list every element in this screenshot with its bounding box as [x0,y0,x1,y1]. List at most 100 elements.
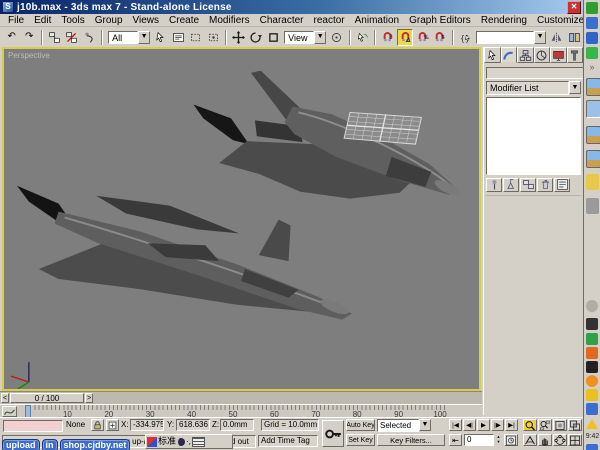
y-coord-field[interactable]: 618.636 [176,419,210,431]
configure-sets-icon[interactable] [554,178,570,192]
tab-motion[interactable] [534,47,551,63]
time-slider-next-button[interactable]: > [85,393,93,403]
key-mode-icon[interactable]: ⇤ [449,434,462,446]
ime-mode-label[interactable]: 标准 [158,436,176,447]
globe-icon[interactable] [586,32,598,44]
zoom-extents-icon[interactable] [553,419,567,431]
track-bar[interactable]: 102030405060708090100 [0,404,482,418]
tab-utilities[interactable] [567,47,584,63]
tab-hierarchy[interactable] [517,47,534,63]
snap-3d-icon[interactable]: 3 [379,29,395,46]
maxscript-mini-listener[interactable] [3,420,63,432]
green-square-icon[interactable] [586,333,598,345]
frame-number-field[interactable]: 0 [464,434,494,446]
time-slider-prev-button[interactable]: < [1,393,9,403]
move-icon[interactable] [230,29,246,46]
rotate-icon[interactable] [248,29,264,46]
picture-folder-icon[interactable] [586,78,600,96]
play-icon[interactable]: ▶ [477,419,490,431]
menu-item-file[interactable]: File [3,15,29,26]
ime-logo-icon[interactable] [147,437,157,447]
perspective-viewport[interactable]: Perspective [2,47,481,391]
folder-icon[interactable] [586,174,599,190]
ime-toolbar[interactable]: 标准 ·, [145,434,233,449]
select-object-icon[interactable] [153,29,169,46]
zoom-all-icon[interactable] [538,419,552,431]
menu-item-edit[interactable]: Edit [29,15,56,26]
arc-rotate-icon[interactable] [553,434,567,446]
picture-folder-icon[interactable] [586,126,600,144]
spinner-snap-icon[interactable]: ⇅ [432,29,448,46]
printer-icon[interactable] [586,198,599,214]
undo-icon[interactable]: ↶ [4,29,20,46]
menu-item-animation[interactable]: Animation [350,15,404,26]
menu-item-modifiers[interactable]: Modifiers [204,15,255,26]
select-manipulate-icon[interactable] [354,29,370,46]
menu-item-reactor[interactable]: reactor [309,15,350,26]
menu-item-rendering[interactable]: Rendering [476,15,532,26]
padlock-icon[interactable] [586,389,598,401]
qq-icon[interactable] [586,47,598,59]
named-sets-dropdown[interactable]: ▼ [476,30,546,45]
qq-tray-icon[interactable] [586,318,598,330]
modifier-stack-list[interactable] [486,97,581,175]
pin-stack-icon[interactable] [486,178,502,192]
scale-icon[interactable] [265,29,281,46]
minmax-toggle-icon[interactable] [568,434,582,446]
ime-keyboard-icon[interactable] [192,437,205,447]
use-center-icon[interactable] [329,29,345,46]
dropdown-arrow-icon[interactable]: ▼ [419,419,431,431]
set-keys-big-key-icon[interactable] [322,420,344,447]
selection-filter-dropdown[interactable]: All▼ [108,30,150,45]
start-icon[interactable] [586,2,598,14]
window-crossing-icon[interactable] [205,29,221,46]
max-running-icon[interactable] [586,100,600,118]
tab-modify[interactable] [501,47,518,63]
flame-icon[interactable] [586,347,598,359]
ime-punctuation-icon[interactable]: ·, [186,437,191,447]
select-link-icon[interactable] [46,29,62,46]
percent-snap-icon[interactable]: % [414,29,430,46]
menu-item-group[interactable]: Group [90,15,128,26]
menu-item-character[interactable]: Character [255,15,309,26]
alert-icon[interactable] [586,413,598,429]
tab-display[interactable] [550,47,567,63]
add-time-tag[interactable]: Add Time Tag [258,435,318,447]
time-slider-handle[interactable]: 0 / 100 [10,393,84,403]
fov-icon[interactable] [523,434,537,446]
mirror-icon[interactable] [549,29,565,46]
key-filters-button[interactable]: Key Filters... [377,434,445,446]
modifier-list-dropdown[interactable]: Modifier List ▼ [486,81,581,95]
show-end-result-icon[interactable] [503,178,519,192]
pan-icon[interactable] [538,434,552,446]
tray-expand-icon[interactable] [586,300,598,312]
zoom-icon[interactable] [523,419,537,431]
picture-folder-icon[interactable] [586,150,600,168]
ime-fullwidth-icon[interactable] [177,438,185,446]
redo-icon[interactable]: ↷ [21,29,37,46]
make-unique-icon[interactable] [520,178,536,192]
kbd-override-icon[interactable]: {} [457,29,473,46]
dropdown-arrow-icon[interactable]: ▼ [314,31,326,44]
z-coord-field[interactable]: 0.0mm [220,419,254,431]
dropdown-arrow-icon[interactable]: ▼ [569,81,581,94]
menu-item-customize[interactable]: Customize [532,15,589,26]
rect-region-icon[interactable] [187,29,203,46]
select-by-name-icon[interactable] [170,29,186,46]
tv-icon[interactable] [586,361,598,373]
collapse-icon[interactable]: » [586,62,598,74]
orange-ball-icon[interactable] [586,375,598,387]
dropdown-arrow-icon[interactable]: ▼ [138,31,150,44]
bind-spacewarp-icon[interactable] [81,29,97,46]
goto-end-icon[interactable]: ▶| [505,419,518,431]
im-icon[interactable] [586,17,598,29]
set-key-button[interactable]: Set Key [346,434,375,446]
zoom-extents-all-icon[interactable] [568,419,582,431]
menu-item-graph-editors[interactable]: Graph Editors [404,15,476,26]
menu-item-create[interactable]: Create [164,15,204,26]
auto-key-button[interactable]: Auto Key [346,419,375,431]
menu-item-tools[interactable]: Tools [56,15,89,26]
menu-item-views[interactable]: Views [128,15,165,26]
ref-coordsys-dropdown[interactable]: View▼ [284,30,326,45]
absolute-mode-icon[interactable] [106,419,119,431]
